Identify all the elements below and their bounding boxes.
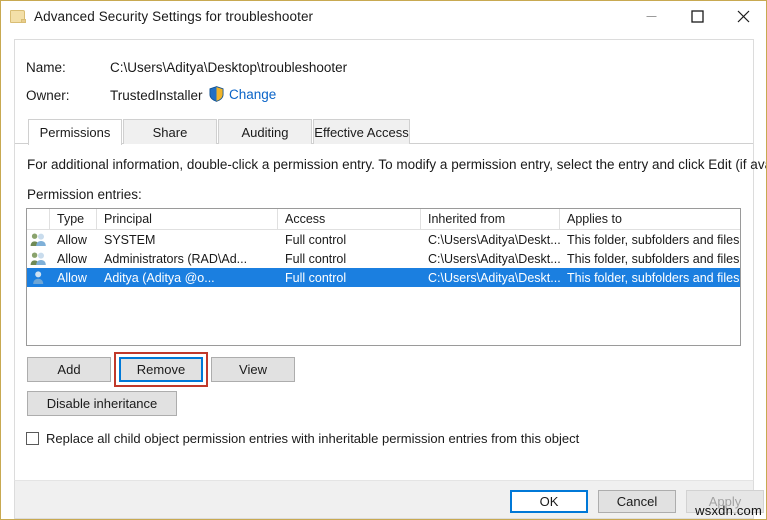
owner-label: Owner: (26, 88, 70, 103)
name-label: Name: (26, 60, 66, 75)
folder-icon (10, 10, 26, 24)
column-header-applies-to[interactable]: Applies to (560, 209, 740, 229)
replace-child-permissions-checkbox[interactable] (26, 432, 39, 445)
dialog-content: Name: C:\Users\Aditya\Desktop\troublesho… (14, 39, 754, 480)
column-header-inherited-from[interactable]: Inherited from (421, 209, 560, 229)
column-header-principal[interactable]: Principal (97, 209, 278, 229)
group-users-icon (27, 232, 50, 247)
view-button[interactable]: View (211, 357, 295, 382)
replace-child-permissions-row[interactable]: Replace all child object permission entr… (26, 431, 579, 446)
cell-type: Allow (50, 271, 97, 285)
disable-inheritance-button[interactable]: Disable inheritance (27, 391, 177, 416)
cell-applies-to: This folder, subfolders and files (560, 233, 740, 247)
cell-access: Full control (278, 271, 421, 285)
window-controls (628, 1, 766, 32)
cell-principal: Administrators (RAD\Ad... (97, 252, 278, 266)
minimize-icon[interactable] (628, 1, 674, 32)
table-row[interactable]: Allow Administrators (RAD\Ad... Full con… (27, 249, 740, 268)
disable-inheritance-label: Disable inheritance (47, 396, 158, 411)
cell-access: Full control (278, 233, 421, 247)
column-header-access[interactable]: Access (278, 209, 421, 229)
info-text: For additional information, double-click… (27, 157, 767, 172)
cell-applies-to: This folder, subfolders and files (560, 252, 740, 266)
cancel-button-label: Cancel (617, 494, 657, 509)
uac-shield-icon (209, 86, 224, 102)
cell-type: Allow (50, 252, 97, 266)
window-title: Advanced Security Settings for troublesh… (34, 9, 313, 24)
cell-inherited-from: C:\Users\Aditya\Deskt... (421, 271, 560, 285)
tab-permissions-label: Permissions (40, 125, 111, 140)
cancel-button[interactable]: Cancel (598, 490, 676, 513)
remove-button-label: Remove (137, 362, 185, 377)
single-user-icon (27, 270, 50, 285)
cell-principal: Aditya (Aditya @o... (97, 271, 278, 285)
title-bar[interactable]: Advanced Security Settings for troublesh… (1, 1, 766, 32)
cell-type: Allow (50, 233, 97, 247)
view-button-label: View (239, 362, 267, 377)
tab-share-label: Share (153, 125, 188, 140)
permission-entries-label: Permission entries: (27, 187, 142, 202)
tab-auditing-label: Auditing (242, 125, 289, 140)
owner-value: TrustedInstaller (110, 88, 203, 103)
name-value: C:\Users\Aditya\Desktop\troubleshooter (110, 60, 347, 75)
add-button[interactable]: Add (27, 357, 111, 382)
table-row[interactable]: Allow SYSTEM Full control C:\Users\Adity… (27, 230, 740, 249)
tab-auditing[interactable]: Auditing (218, 119, 312, 144)
tab-strip: Permissions Share Auditing Effective Acc… (15, 119, 753, 144)
ok-button[interactable]: OK (510, 490, 588, 513)
cell-applies-to: This folder, subfolders and files (560, 271, 740, 285)
group-users-icon (27, 251, 50, 266)
add-button-label: Add (57, 362, 80, 377)
ok-button-label: OK (540, 494, 559, 509)
replace-child-permissions-label: Replace all child object permission entr… (46, 431, 579, 446)
tab-share[interactable]: Share (123, 119, 217, 144)
table-row[interactable]: Allow Aditya (Aditya @o... Full control … (27, 268, 740, 287)
column-header-icon[interactable] (27, 209, 50, 229)
change-link-label: Change (229, 87, 276, 102)
tab-permissions[interactable]: Permissions (28, 119, 122, 145)
tab-effective-access-label: Effective Access (314, 125, 408, 140)
permission-entries-list[interactable]: Type Principal Access Inherited from App… (26, 208, 741, 346)
watermark: wsxdn.com (695, 503, 762, 518)
cell-inherited-from: C:\Users\Aditya\Deskt... (421, 233, 560, 247)
cell-principal: SYSTEM (97, 233, 278, 247)
maximize-icon[interactable] (674, 1, 720, 32)
cell-access: Full control (278, 252, 421, 266)
cell-inherited-from: C:\Users\Aditya\Deskt... (421, 252, 560, 266)
close-icon[interactable] (720, 1, 766, 32)
table-header-row: Type Principal Access Inherited from App… (27, 209, 740, 230)
remove-button[interactable]: Remove (119, 357, 203, 382)
column-header-type[interactable]: Type (50, 209, 97, 229)
tab-effective-access[interactable]: Effective Access (313, 119, 410, 144)
change-owner-link[interactable]: Change (209, 86, 276, 102)
advanced-security-settings-window: Advanced Security Settings for troublesh… (0, 0, 767, 520)
